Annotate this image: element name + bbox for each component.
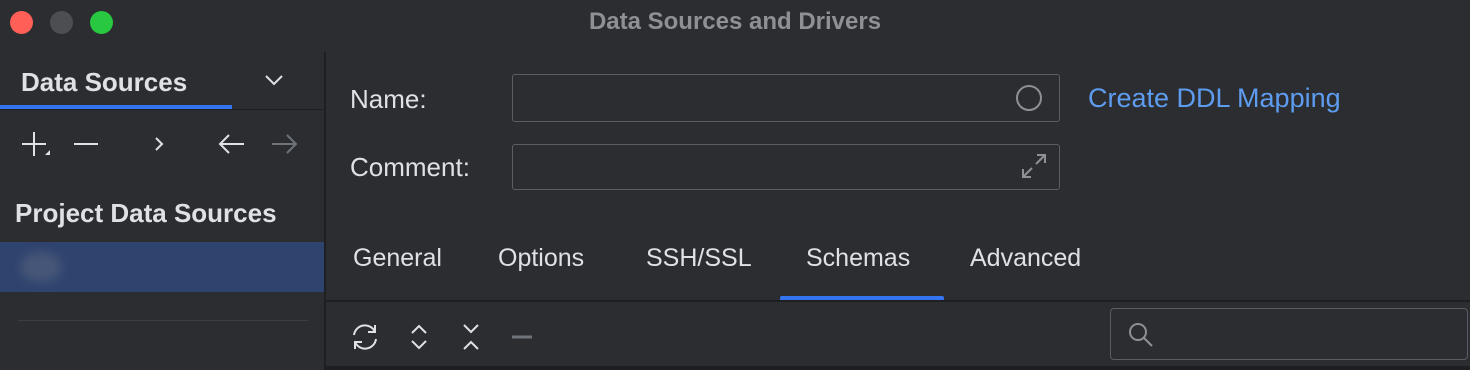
remove-icon[interactable] bbox=[70, 128, 102, 160]
divider bbox=[0, 109, 324, 110]
add-icon[interactable] bbox=[18, 128, 50, 160]
tab-data-sources[interactable]: Data Sources bbox=[21, 67, 187, 98]
divider bbox=[326, 366, 1470, 370]
name-field[interactable] bbox=[512, 74, 1060, 122]
color-circle-icon[interactable] bbox=[1016, 85, 1042, 111]
tab-options[interactable]: Options bbox=[498, 244, 584, 273]
name-label: Name: bbox=[350, 84, 427, 114]
tab-schemas[interactable]: Schemas bbox=[806, 244, 910, 273]
data-source-item[interactable] bbox=[0, 242, 324, 292]
expand-field-icon[interactable] bbox=[1020, 152, 1048, 180]
tab-ssh-ssl[interactable]: SSH/SSL bbox=[646, 244, 752, 273]
forward-arrow-icon[interactable] bbox=[268, 128, 300, 160]
expand-all-icon[interactable] bbox=[402, 320, 436, 354]
collapse-all-icon[interactable] bbox=[454, 320, 488, 354]
tab-general[interactable]: General bbox=[353, 244, 442, 273]
comment-field[interactable] bbox=[512, 144, 1060, 190]
refresh-icon[interactable] bbox=[348, 320, 382, 354]
comment-label: Comment: bbox=[350, 152, 470, 182]
expand-arrow-icon[interactable] bbox=[144, 128, 176, 160]
sidebar: Data Sources Project Data Sources bbox=[0, 52, 326, 370]
window-title: Data Sources and Drivers bbox=[588, 8, 882, 35]
title-bar: Data Sources and Drivers bbox=[0, 0, 1470, 42]
divider bbox=[18, 320, 308, 321]
tab-bar: General Options SSH/SSL Schemas Advanced bbox=[326, 232, 1470, 302]
search-icon bbox=[1129, 323, 1153, 347]
create-ddl-mapping-link[interactable]: Create DDL Mapping bbox=[1088, 83, 1341, 114]
sidebar-toolbar bbox=[0, 122, 324, 166]
data-source-icon bbox=[20, 252, 62, 282]
search-input[interactable] bbox=[1110, 308, 1468, 360]
tab-advanced[interactable]: Advanced bbox=[970, 244, 1081, 273]
chevron-down-icon[interactable] bbox=[262, 72, 286, 88]
minus-icon[interactable] bbox=[506, 320, 540, 354]
section-title: Project Data Sources bbox=[15, 198, 277, 228]
back-arrow-icon[interactable] bbox=[216, 128, 248, 160]
